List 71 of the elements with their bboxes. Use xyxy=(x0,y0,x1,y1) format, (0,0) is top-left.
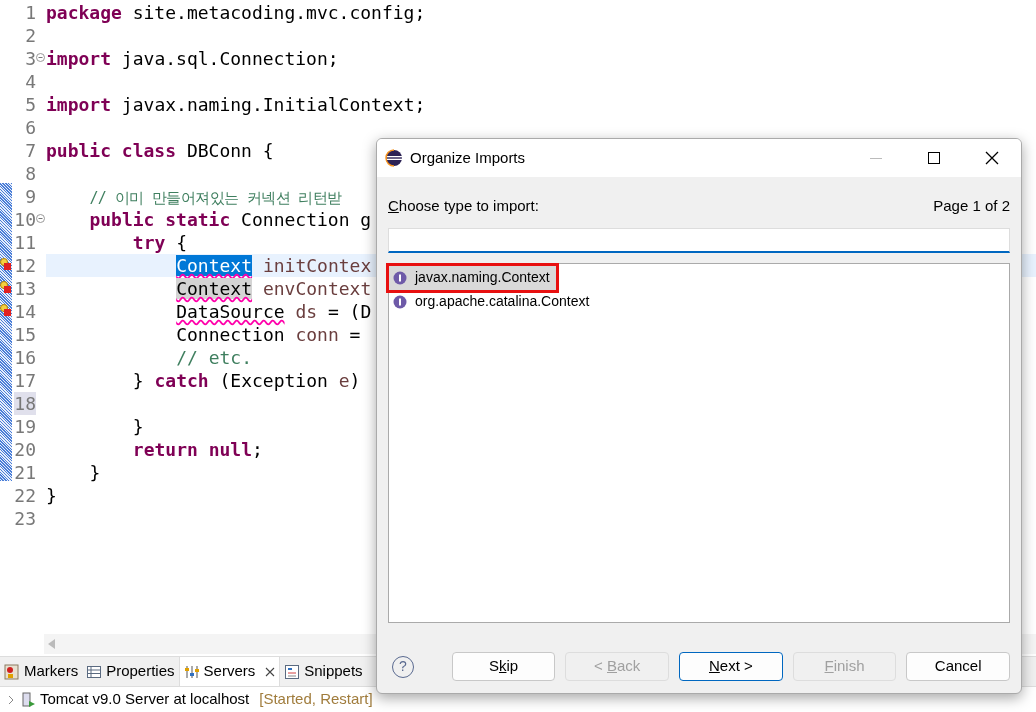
code-line: } xyxy=(88,461,101,484)
panel-tab[interactable]: Snippets xyxy=(280,657,367,686)
line-number: 10 xyxy=(14,208,36,231)
code-line: DataSource ds = (D xyxy=(175,300,372,323)
dialog-button[interactable]: Skip xyxy=(451,652,556,681)
line-number: 21 xyxy=(14,461,36,484)
line-number: 22 xyxy=(14,484,36,507)
chevron-right-icon[interactable] xyxy=(6,694,16,705)
code-line: public class DBConn { xyxy=(46,139,274,162)
code-line: } catch (Exception e) xyxy=(131,369,361,392)
code-line: Context envContext xyxy=(175,277,372,300)
dialog-title: Organize Imports xyxy=(410,147,526,168)
code-line: // etc. xyxy=(175,346,253,369)
sliders-icon xyxy=(183,663,200,680)
line-number: 12 xyxy=(14,254,36,277)
line-number: 23 xyxy=(14,507,36,530)
code-line: } xyxy=(131,415,144,438)
code-line: return null; xyxy=(131,438,263,461)
line-number: 5 xyxy=(25,93,36,116)
line-number: 17 xyxy=(14,369,36,392)
line-number: 13 xyxy=(14,277,36,300)
table-icon xyxy=(86,663,103,680)
interface-icon xyxy=(393,270,407,285)
line-number: 4 xyxy=(25,70,36,93)
line-number: 20 xyxy=(14,438,36,461)
code-line: } xyxy=(46,484,57,507)
code-line: try { xyxy=(131,231,187,254)
code-line: package site.metacoding.mvc.config; xyxy=(46,1,426,24)
line-number: 6 xyxy=(25,116,36,139)
line-number: 14 xyxy=(14,300,36,323)
filter-field[interactable] xyxy=(388,227,1010,253)
code-line: Connection conn = xyxy=(175,323,361,346)
line-number: 15 xyxy=(14,323,36,346)
error-bulb-icon[interactable] xyxy=(0,258,11,271)
line-number: 7 xyxy=(25,139,36,162)
line-number: 16 xyxy=(14,346,36,369)
line-number: 9 xyxy=(25,185,36,208)
close-icon[interactable] xyxy=(265,666,276,677)
line-number: 3 xyxy=(25,47,36,70)
code-line: Context initContex xyxy=(175,254,372,277)
interface-icon xyxy=(393,294,407,309)
line-number: 2 xyxy=(25,24,36,47)
line-number: 11 xyxy=(14,231,36,254)
page-indicator: Page 1 of 2 xyxy=(933,196,1010,216)
error-bulb-icon[interactable] xyxy=(0,304,11,317)
line-number: 1 xyxy=(25,1,36,24)
error-bulb-icon[interactable] xyxy=(0,281,11,294)
server-status: [Started, Restart] xyxy=(259,689,373,710)
snippet-icon xyxy=(284,663,301,680)
panel-tab[interactable]: Servers xyxy=(178,657,281,686)
code-line: // 이미 만들어져있는 커넥션 리턴받 xyxy=(88,188,342,208)
server-name[interactable]: Tomcat v9.0 Server at localhost xyxy=(40,688,250,711)
eclipse-logo-icon xyxy=(385,149,403,167)
type-item[interactable]: org.apache.catalina.Context xyxy=(389,289,596,314)
type-item[interactable]: javax.naming.Context xyxy=(389,265,556,290)
markers-icon xyxy=(4,663,20,680)
collapse-icon[interactable] xyxy=(36,214,45,223)
collapse-icon[interactable] xyxy=(36,53,45,62)
code-line: import java.sql.Connection; xyxy=(46,47,339,70)
panel-tab[interactable]: Markers xyxy=(0,657,83,686)
prompt-label: Choose type to import: xyxy=(388,196,539,216)
dialog-button[interactable]: Next > xyxy=(679,652,783,681)
dialog-button[interactable]: Cancel xyxy=(906,652,1010,681)
server-icon xyxy=(20,691,36,708)
line-number: 8 xyxy=(25,162,36,185)
panel-tab[interactable]: Properties xyxy=(82,657,179,686)
code-line: import javax.naming.InitialContext; xyxy=(46,93,426,116)
close-icon xyxy=(985,151,999,165)
line-number: 18 xyxy=(14,392,36,415)
line-number: 19 xyxy=(14,415,36,438)
code-line: public static Connection g xyxy=(88,208,372,231)
